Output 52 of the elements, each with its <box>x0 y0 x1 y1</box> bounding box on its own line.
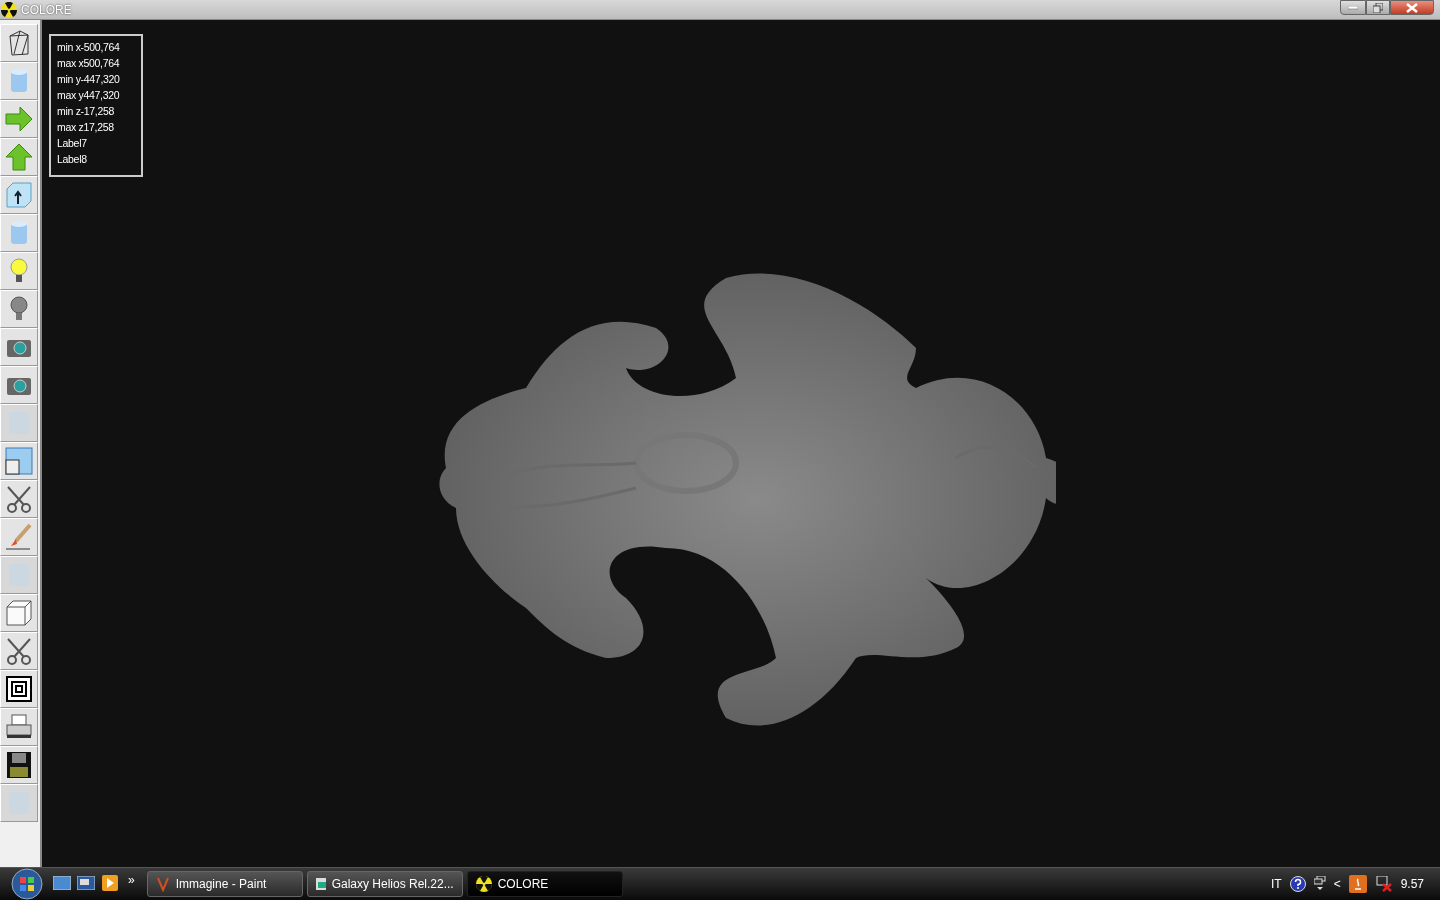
language-indicator[interactable]: IT <box>1270 877 1282 891</box>
java-icon <box>1348 875 1367 893</box>
info-label: Label7 <box>57 136 88 151</box>
taskbar-task[interactable]: Immagine - Paint <box>146 871 303 897</box>
info-label: min z-17,258 <box>57 104 116 119</box>
tool-button[interactable] <box>0 480 38 518</box>
close-icon <box>1406 2 1418 13</box>
help-icon <box>1289 876 1306 892</box>
play-icon <box>102 874 118 891</box>
window-title: COLORE <box>21 2 73 17</box>
paintbrush-icon <box>155 876 170 892</box>
scissors-icon <box>4 484 34 514</box>
taskbar-task[interactable]: Galaxy Helios Rel.22... <box>306 871 463 897</box>
media-player-button[interactable] <box>100 874 120 894</box>
info-label: max y447,320 <box>57 88 121 103</box>
window-icon <box>4 446 34 476</box>
scissors-icon <box>4 636 34 666</box>
windows-logo-icon <box>11 868 43 900</box>
info-label: max z17,258 <box>57 120 115 135</box>
tool-button[interactable] <box>0 24 38 62</box>
tool-button[interactable] <box>0 176 38 214</box>
cube-icon <box>4 598 34 628</box>
minimize-icon <box>1348 5 1358 10</box>
concentric-squares-icon <box>4 674 34 704</box>
window-icon <box>315 878 326 890</box>
info-label: Label8 <box>57 152 88 167</box>
info-label: max x500,764 <box>57 56 121 71</box>
windows-stack-icon <box>77 875 95 890</box>
tool-button[interactable] <box>0 632 38 670</box>
tool-button[interactable] <box>0 708 38 746</box>
info-label: min y-447,320 <box>57 72 121 87</box>
arrow-up-icon <box>4 142 34 172</box>
arrow-right-icon <box>4 104 34 134</box>
restore-icon <box>1373 2 1383 13</box>
overflow-chevron[interactable]: » <box>128 873 135 887</box>
taskbar-task[interactable]: COLORE <box>466 871 623 897</box>
box-arrow-icon <box>4 180 34 210</box>
info-label: min x-500,764 <box>57 40 121 55</box>
clock: 9.57 <box>1400 877 1424 891</box>
tool-button[interactable] <box>0 746 38 784</box>
network-disconnected-icon <box>1374 876 1393 892</box>
brush-icon <box>4 522 34 552</box>
tool-button[interactable] <box>0 252 38 290</box>
tray-expand-chevron[interactable]: < <box>1333 877 1341 891</box>
radiation-icon <box>1 1 17 18</box>
maximize-button[interactable] <box>1366 0 1390 15</box>
radiation-icon <box>475 876 492 892</box>
windows-switch-icon <box>1313 876 1326 892</box>
minimize-button[interactable] <box>1340 0 1366 15</box>
tool-button[interactable] <box>0 670 38 708</box>
monitor-icon <box>53 875 71 890</box>
close-button[interactable] <box>1390 0 1434 15</box>
